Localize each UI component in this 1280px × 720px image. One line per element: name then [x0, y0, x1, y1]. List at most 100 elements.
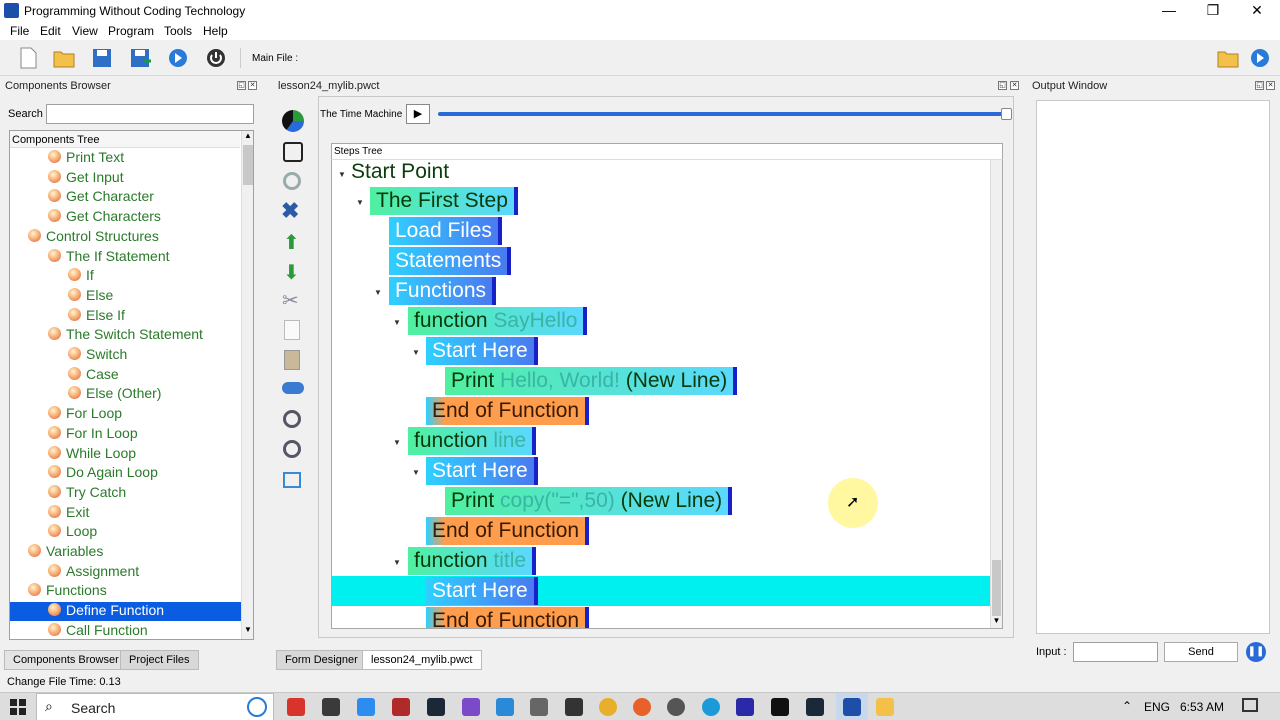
- menu-tools[interactable]: Tools: [164, 24, 192, 38]
- tree-item[interactable]: Switch: [10, 346, 241, 365]
- clock[interactable]: 6:53 AM: [1180, 700, 1224, 714]
- start-point[interactable]: Start Point: [351, 160, 449, 185]
- close-panel-button[interactable]: ✕: [1010, 81, 1019, 90]
- edit-icon[interactable]: [283, 142, 303, 162]
- step-print[interactable]: Print copy("=",50) (New Line): [445, 487, 733, 515]
- tree-item[interactable]: Print Text: [10, 149, 241, 168]
- menu-file[interactable]: File: [10, 24, 29, 38]
- collapse-icon[interactable]: ▼: [412, 348, 420, 357]
- language-indicator[interactable]: ENG: [1144, 700, 1170, 714]
- zoom-out-icon[interactable]: [283, 440, 301, 458]
- run-icon[interactable]: [166, 47, 190, 69]
- open-folder-icon[interactable]: [1216, 47, 1240, 69]
- tab-lesson24[interactable]: lesson24_mylib.pwct: [362, 650, 482, 670]
- restore-button[interactable]: ❐: [1190, 0, 1236, 22]
- vscode-icon[interactable]: [496, 698, 514, 716]
- visual-studio-icon[interactable]: [462, 698, 480, 716]
- taskbar-search-box[interactable]: ⌕ Search: [36, 693, 274, 720]
- float-button[interactable]: ◱: [237, 81, 246, 90]
- step-end-of-function[interactable]: End of Function: [426, 397, 590, 425]
- tree-item[interactable]: While Loop: [10, 445, 241, 464]
- tree-item[interactable]: Get Characters: [10, 208, 241, 227]
- output-input-field[interactable]: [1073, 642, 1158, 662]
- app-icon[interactable]: [392, 698, 410, 716]
- step-start-here[interactable]: Start Here: [426, 337, 538, 365]
- file-explorer-icon[interactable]: [876, 698, 894, 716]
- tree-item[interactable]: Assignment: [10, 563, 241, 582]
- taskbar-active-app[interactable]: [836, 693, 868, 720]
- notifications-icon[interactable]: [1242, 698, 1258, 712]
- float-button[interactable]: ◱: [1255, 81, 1264, 90]
- paste-icon[interactable]: [284, 350, 300, 370]
- slider-handle[interactable]: [1001, 108, 1012, 120]
- step-functions[interactable]: Functions: [389, 277, 497, 305]
- scrollbar-thumb[interactable]: [243, 145, 253, 185]
- tree-item[interactable]: The Switch Statement: [10, 326, 241, 345]
- menu-edit[interactable]: Edit: [40, 24, 61, 38]
- tree-item[interactable]: For In Loop: [10, 425, 241, 444]
- scrollbar-thumb[interactable]: [992, 560, 1001, 616]
- tree-item[interactable]: Variables: [10, 543, 241, 562]
- collapse-icon[interactable]: ▼: [393, 558, 401, 567]
- step-start-here[interactable]: Start Here: [426, 577, 538, 605]
- app-icon[interactable]: [736, 698, 754, 716]
- tree-item[interactable]: Else (Other): [10, 385, 241, 404]
- step-function-sayhello[interactable]: function SayHello: [408, 307, 588, 335]
- tree-item[interactable]: Control Structures: [10, 228, 241, 247]
- save-icon[interactable]: [90, 47, 114, 69]
- tree-item[interactable]: Try Catch: [10, 484, 241, 503]
- minimize-button[interactable]: —: [1146, 0, 1192, 22]
- cut-icon[interactable]: ✂: [282, 288, 299, 313]
- tree-item[interactable]: Do Again Loop: [10, 464, 241, 483]
- expand-icon[interactable]: [283, 472, 301, 488]
- tree-item[interactable]: Case: [10, 366, 241, 385]
- tree-scrollbar[interactable]: ▲ ▼: [241, 131, 253, 639]
- collapse-icon[interactable]: ▼: [374, 288, 382, 297]
- step-end-of-function[interactable]: End of Function: [426, 517, 590, 545]
- step-end-of-function[interactable]: End of Function: [426, 607, 590, 628]
- step-first-step[interactable]: The First Step: [370, 187, 518, 215]
- tree-item[interactable]: Else: [10, 287, 241, 306]
- windows-start-icon[interactable]: [10, 699, 26, 715]
- close-panel-button[interactable]: ✕: [1266, 81, 1275, 90]
- chrome-icon[interactable]: [599, 698, 617, 716]
- sync-icon[interactable]: [282, 110, 304, 132]
- power-icon[interactable]: [204, 47, 228, 69]
- time-machine-slider[interactable]: [438, 112, 1006, 116]
- float-button[interactable]: ◱: [998, 81, 1007, 90]
- tree-item[interactable]: Exit: [10, 504, 241, 523]
- play-icon[interactable]: ▶: [406, 104, 430, 124]
- open-folder-icon[interactable]: [52, 47, 76, 69]
- steps-scrollbar[interactable]: ▲ ▼: [990, 160, 1002, 628]
- terminal-icon[interactable]: [771, 698, 789, 716]
- send-button[interactable]: Send: [1164, 642, 1238, 662]
- search-icon[interactable]: [283, 172, 301, 190]
- step-load-files[interactable]: Load Files: [389, 217, 502, 245]
- collapse-icon[interactable]: ▼: [393, 318, 401, 327]
- tree-item[interactable]: Functions: [10, 582, 241, 601]
- app-icon[interactable]: [530, 698, 548, 716]
- search-input[interactable]: [46, 104, 254, 124]
- menu-view[interactable]: View: [72, 24, 98, 38]
- step-statements[interactable]: Statements: [389, 247, 512, 275]
- tab-project-files[interactable]: Project Files: [120, 650, 199, 670]
- filezilla-icon[interactable]: [287, 698, 305, 716]
- tree-item-selected[interactable]: Define Function: [10, 602, 241, 622]
- delete-icon[interactable]: ✖: [281, 198, 299, 224]
- collapse-icon[interactable]: ▼: [356, 198, 364, 207]
- tree-item[interactable]: For Loop: [10, 405, 241, 424]
- tree-item[interactable]: Loop: [10, 523, 241, 542]
- run-icon[interactable]: [1248, 47, 1272, 69]
- move-down-icon[interactable]: ⬇: [283, 260, 300, 285]
- app-icon[interactable]: [667, 698, 685, 716]
- zoom-icon[interactable]: [357, 698, 375, 716]
- close-panel-button[interactable]: ✕: [248, 81, 257, 90]
- bing-icon[interactable]: [247, 697, 267, 717]
- copy-icon[interactable]: [284, 320, 300, 340]
- new-file-icon[interactable]: [16, 47, 40, 69]
- app-icon[interactable]: [565, 698, 583, 716]
- step-print[interactable]: Print Hello, World! (New Line): [445, 367, 738, 395]
- steam-icon[interactable]: [806, 698, 824, 716]
- tree-item[interactable]: Get Input: [10, 169, 241, 188]
- chevron-up-icon[interactable]: ⌃: [1122, 699, 1132, 713]
